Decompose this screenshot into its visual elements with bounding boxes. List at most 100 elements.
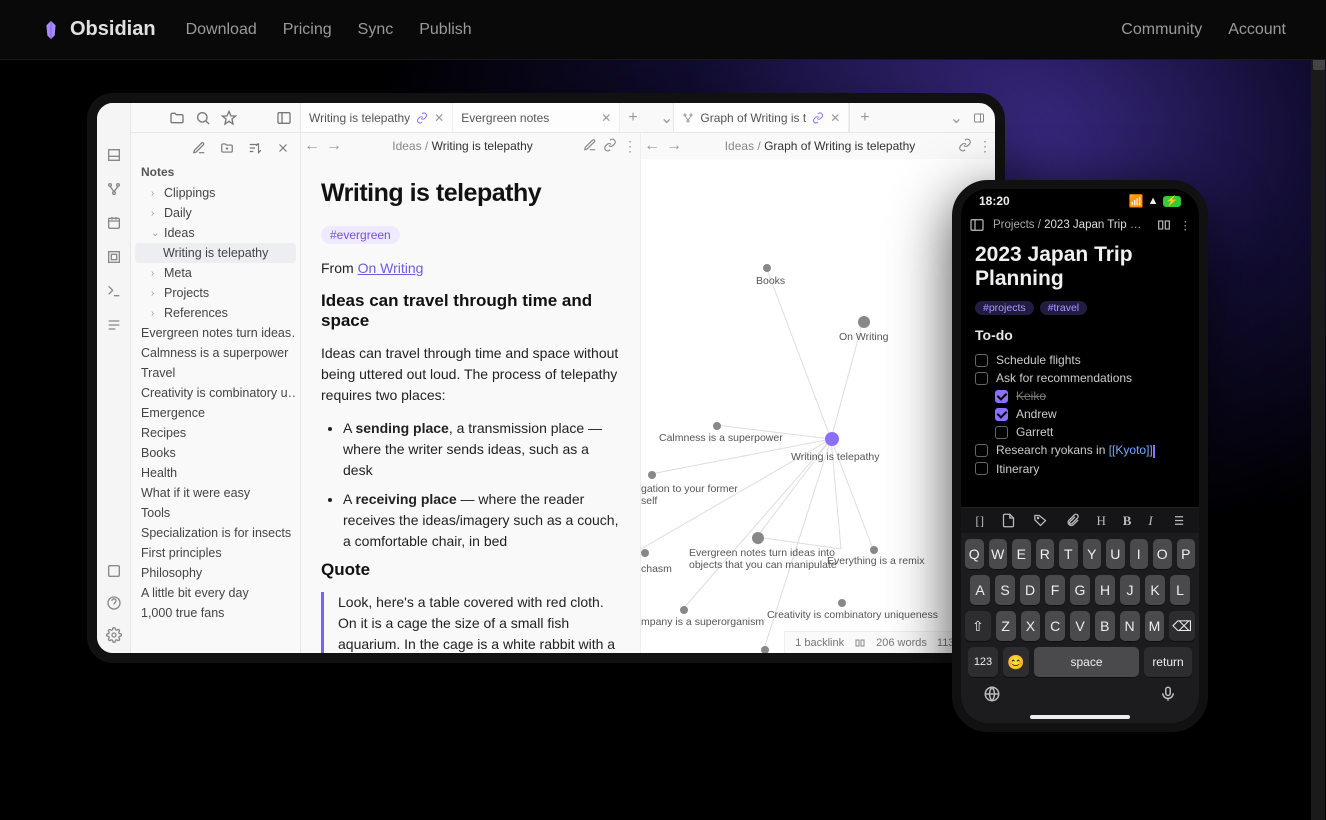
help-icon[interactable] xyxy=(106,595,122,611)
checkbox[interactable] xyxy=(975,372,988,385)
tree-note[interactable]: Books xyxy=(135,443,296,463)
key[interactable]: D xyxy=(1020,575,1040,605)
tag-projects[interactable]: #projects xyxy=(975,301,1034,315)
key[interactable]: F xyxy=(1045,575,1065,605)
return-key[interactable]: return xyxy=(1144,647,1192,677)
more-icon[interactable]: ⋮ xyxy=(1180,218,1192,232)
checkbox[interactable] xyxy=(975,462,988,475)
tree-folder-meta[interactable]: ›Meta xyxy=(135,263,296,283)
key[interactable]: Q xyxy=(965,539,984,569)
nav-back-icon[interactable]: ← xyxy=(641,137,663,155)
settings-gear-icon[interactable] xyxy=(106,627,122,643)
checkbox[interactable] xyxy=(995,426,1008,439)
tree-note[interactable]: 1,000 true fans xyxy=(135,603,296,623)
tree-note[interactable]: Creativity is combinatory u… xyxy=(135,383,296,403)
tree-folder-projects[interactable]: ›Projects xyxy=(135,283,296,303)
space-key[interactable]: space xyxy=(1034,647,1139,677)
tree-note[interactable]: Philosophy xyxy=(135,563,296,583)
tab-evergreen[interactable]: Evergreen notes ✕ xyxy=(453,103,620,132)
checkbox-checked[interactable] xyxy=(995,408,1008,421)
reading-icon[interactable] xyxy=(1156,217,1172,233)
graph-node[interactable] xyxy=(858,316,870,328)
tree-note[interactable]: Specialization is for insects xyxy=(135,523,296,543)
graph-node[interactable] xyxy=(752,532,764,544)
quick-switcher-icon[interactable] xyxy=(106,147,122,163)
nav-back-icon[interactable]: ← xyxy=(301,137,323,155)
close-icon[interactable]: ✕ xyxy=(434,111,444,125)
brackets-icon[interactable]: [] xyxy=(975,513,984,529)
phone-crumb-path[interactable]: Projects / 2023 Japan Trip Pl… xyxy=(993,219,1148,231)
stack-icon[interactable] xyxy=(106,317,122,333)
list-tool-icon[interactable] xyxy=(1170,513,1185,528)
key[interactable]: R xyxy=(1036,539,1055,569)
graph-node[interactable] xyxy=(870,546,878,554)
vault-icon[interactable] xyxy=(106,563,122,579)
checkbox[interactable] xyxy=(975,354,988,367)
todo-item[interactable]: Ask for recommendations xyxy=(975,369,1185,387)
tree-note[interactable]: Tools xyxy=(135,503,296,523)
folder-icon[interactable] xyxy=(169,110,185,126)
wiki-link[interactable]: [[Kyoto]] xyxy=(1109,443,1153,457)
bold-tool[interactable]: B xyxy=(1123,513,1132,529)
home-indicator[interactable] xyxy=(1030,715,1130,719)
tag-travel[interactable]: #travel xyxy=(1040,301,1088,315)
backlink-count[interactable]: 1 backlink xyxy=(795,637,844,649)
todo-item[interactable]: Itinerary xyxy=(975,460,1185,478)
nav-pricing[interactable]: Pricing xyxy=(283,21,332,39)
star-icon[interactable] xyxy=(221,110,237,126)
sidebar-toggle-icon[interactable] xyxy=(969,217,985,233)
tree-note[interactable]: Evergreen notes turn ideas… xyxy=(135,323,296,343)
link-tool-icon[interactable] xyxy=(955,138,975,155)
tab-dropdown-icon[interactable]: ⌄ xyxy=(950,108,963,128)
todo-item[interactable]: Research ryokans in [[Kyoto]] xyxy=(975,441,1185,459)
tree-note[interactable]: A little bit every day xyxy=(135,583,296,603)
tree-note[interactable]: What if it were easy xyxy=(135,483,296,503)
nav-community[interactable]: Community xyxy=(1121,21,1202,39)
more-icon[interactable]: ⋮ xyxy=(620,138,640,155)
graph-node[interactable] xyxy=(648,471,656,479)
key[interactable]: I xyxy=(1130,539,1149,569)
key[interactable]: N xyxy=(1120,611,1140,641)
brand[interactable]: Obsidian xyxy=(40,18,156,41)
tab-writing[interactable]: Writing is telepathy ✕ xyxy=(301,103,453,132)
right-sidebar-icon[interactable] xyxy=(973,112,985,124)
graph-node[interactable] xyxy=(680,606,688,614)
key[interactable]: U xyxy=(1106,539,1125,569)
new-tab-icon[interactable]: + xyxy=(860,109,869,127)
editor-pane[interactable]: Writing is telepathy #evergreen From On … xyxy=(301,159,641,653)
nav-fwd-icon[interactable]: → xyxy=(323,137,345,155)
tag-tool-icon[interactable] xyxy=(1033,513,1048,528)
key[interactable]: Z xyxy=(996,611,1016,641)
daily-note-icon[interactable] xyxy=(106,215,122,231)
tree-note[interactable]: First principles xyxy=(135,543,296,563)
key[interactable]: G xyxy=(1070,575,1090,605)
graph-node[interactable] xyxy=(761,646,769,653)
graph-node[interactable] xyxy=(713,422,721,430)
key[interactable]: B xyxy=(1095,611,1115,641)
key[interactable]: C xyxy=(1045,611,1065,641)
key[interactable]: X xyxy=(1021,611,1041,641)
close-icon[interactable]: ✕ xyxy=(601,111,611,125)
tree-folder-ideas[interactable]: ⌄Ideas xyxy=(135,223,296,243)
tab-graph[interactable]: Graph of Writing is t ✕ xyxy=(673,103,849,132)
key[interactable]: H xyxy=(1095,575,1115,605)
note-icon[interactable] xyxy=(1001,513,1016,528)
todo-item[interactable]: Andrew xyxy=(975,405,1185,423)
graph-node-focus[interactable] xyxy=(825,432,839,446)
nav-fwd-icon[interactable]: → xyxy=(663,137,685,155)
command-palette-icon[interactable] xyxy=(106,283,122,299)
todo-item[interactable]: Garrett xyxy=(975,423,1185,441)
key[interactable]: T xyxy=(1059,539,1078,569)
tree-note[interactable]: Emergence xyxy=(135,403,296,423)
tree-note[interactable]: Calmness is a superpower xyxy=(135,343,296,363)
new-folder-icon[interactable] xyxy=(220,141,234,155)
phone-editor[interactable]: 2023 Japan Trip Planning #projects #trav… xyxy=(961,237,1199,478)
key[interactable]: J xyxy=(1120,575,1140,605)
key[interactable]: O xyxy=(1153,539,1172,569)
graph-node[interactable] xyxy=(641,549,649,557)
key[interactable]: L xyxy=(1170,575,1190,605)
nav-download[interactable]: Download xyxy=(186,21,257,39)
key[interactable]: V xyxy=(1070,611,1090,641)
key[interactable]: S xyxy=(995,575,1015,605)
tree-note[interactable]: Health xyxy=(135,463,296,483)
